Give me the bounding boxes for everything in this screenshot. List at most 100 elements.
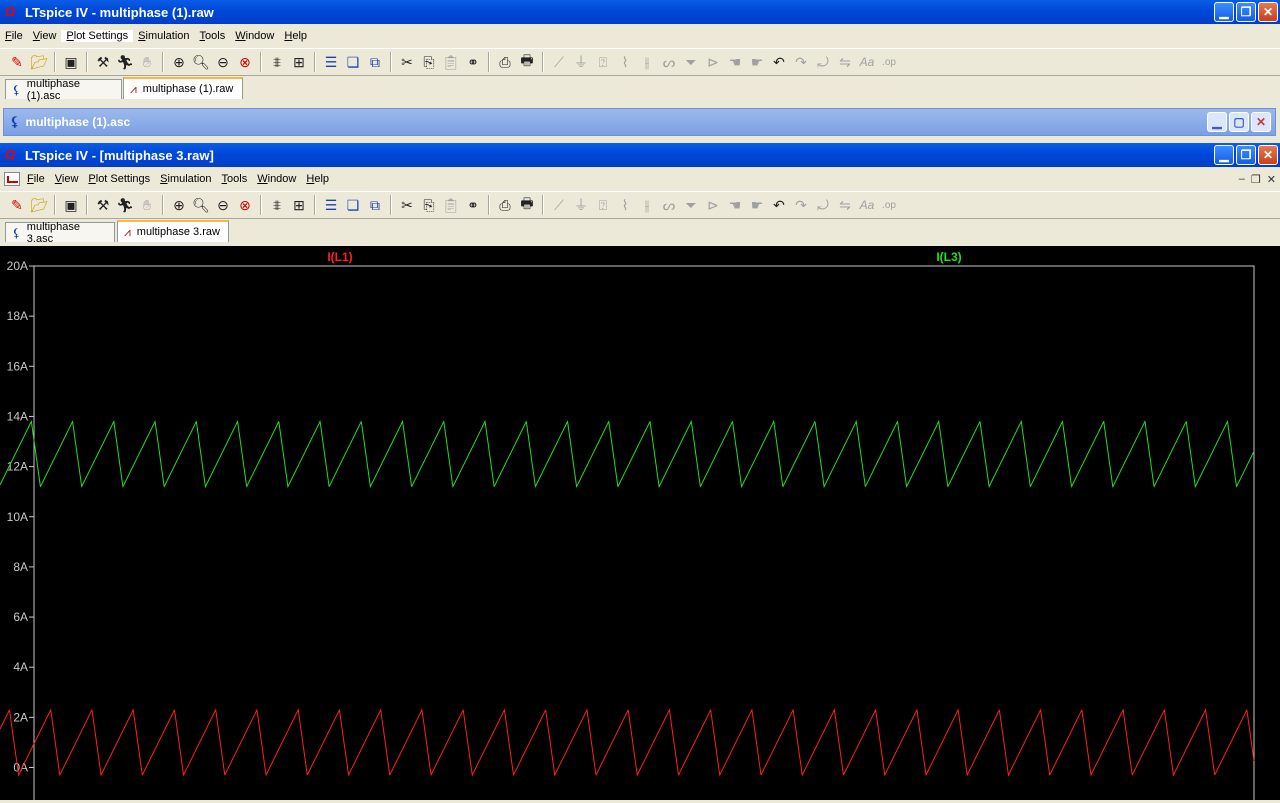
- paste-icon[interactable]: 📋︎: [440, 51, 462, 73]
- tab-main-raw[interactable]: ⩘ multiphase 3.raw: [117, 220, 229, 242]
- child-minimize-button[interactable]: ▁: [1207, 112, 1227, 132]
- zoom-cancel-icon[interactable]: ⊗: [234, 51, 256, 73]
- halt-icon[interactable]: ✋︎: [136, 194, 158, 216]
- mirror-icon[interactable]: ⇋: [834, 194, 856, 216]
- ground-icon[interactable]: ⏚: [570, 194, 592, 216]
- tile-vertical-icon[interactable]: ⧉: [364, 194, 386, 216]
- control-panel-icon[interactable]: ⚒: [92, 194, 114, 216]
- menu-help[interactable]: Help: [279, 30, 312, 42]
- child-close-button[interactable]: ✕: [1251, 112, 1271, 132]
- inductor-icon[interactable]: ᔕ: [658, 194, 680, 216]
- control-panel-icon[interactable]: ⚒: [92, 51, 114, 73]
- cascade-icon[interactable]: ❏: [342, 51, 364, 73]
- print-setup-icon[interactable]: ⎙: [494, 51, 516, 73]
- legend-label[interactable]: I(L1): [327, 250, 352, 264]
- component-icon[interactable]: ⊳: [702, 194, 724, 216]
- legend-label[interactable]: I(L3): [936, 250, 961, 264]
- tab-outer-raw[interactable]: ⩘ multiphase (1).raw: [123, 77, 243, 99]
- zoom-cancel-icon[interactable]: ⊗: [234, 194, 256, 216]
- mark-unref-icon[interactable]: ⊞: [288, 51, 310, 73]
- open-folder-icon[interactable]: 📂︎: [28, 51, 50, 73]
- text-icon[interactable]: Aa: [856, 194, 878, 216]
- tab-main-asc[interactable]: ⚸ multiphase 3.asc: [5, 221, 115, 245]
- label-icon[interactable]: ⍰: [592, 51, 614, 73]
- menu-plot-settings[interactable]: Plot Settings: [83, 173, 155, 185]
- rotate-icon[interactable]: ⤾: [812, 194, 834, 216]
- print-setup-icon[interactable]: ⎙: [494, 194, 516, 216]
- menu-simulation[interactable]: Simulation: [155, 173, 216, 185]
- open-folder-icon[interactable]: 📂︎: [28, 194, 50, 216]
- wire-icon[interactable]: ⟋: [548, 51, 570, 73]
- undo-icon[interactable]: ↶: [768, 51, 790, 73]
- trace-il3[interactable]: [0, 419, 1255, 489]
- undo-icon[interactable]: ↶: [768, 194, 790, 216]
- outer-restore-button[interactable]: ❐: [1236, 2, 1256, 22]
- main-restore-button[interactable]: ❐: [1236, 145, 1256, 165]
- cut-icon[interactable]: ✂: [396, 51, 418, 73]
- redo-icon[interactable]: ↷: [790, 51, 812, 73]
- waveform-document-icon[interactable]: [4, 172, 20, 186]
- copy-icon[interactable]: ⎘: [418, 194, 440, 216]
- resistor-icon[interactable]: ⌇: [614, 194, 636, 216]
- wire-icon[interactable]: ⟋: [548, 194, 570, 216]
- save-icon[interactable]: ▣: [60, 194, 82, 216]
- move-icon[interactable]: ☚: [724, 51, 746, 73]
- schematic-child-title-bar[interactable]: ⚸ multiphase (1).asc ▁ ▢ ✕: [3, 108, 1276, 136]
- menu-view[interactable]: View: [28, 30, 62, 42]
- trace-il1[interactable]: [0, 707, 1255, 777]
- zoom-in-icon[interactable]: ⊕: [168, 51, 190, 73]
- autorange-icon[interactable]: ⩨: [266, 194, 288, 216]
- mdi-close-icon[interactable]: ✕: [1267, 173, 1276, 186]
- menu-tools[interactable]: Tools: [217, 173, 253, 185]
- capacitor-icon[interactable]: ⫲: [636, 194, 658, 216]
- inductor-icon[interactable]: ᔕ: [658, 51, 680, 73]
- tile-vertical-icon[interactable]: ⧉: [364, 51, 386, 73]
- spice-directive-icon[interactable]: .op: [878, 51, 900, 73]
- menu-simulation[interactable]: Simulation: [133, 30, 194, 42]
- tab-outer-asc[interactable]: ⚸ multiphase (1).asc: [5, 78, 122, 102]
- tile-horizontal-icon[interactable]: ☰: [320, 51, 342, 73]
- print-icon[interactable]: 🖶︎: [516, 194, 538, 216]
- resistor-icon[interactable]: ⌇: [614, 51, 636, 73]
- zoom-out-icon[interactable]: ⊖: [212, 51, 234, 73]
- waveform-plot-pane[interactable]: 20A 18A 16A 14A 12A 10A 8A 6A 4A 2A 0A I(L1) I(L3): [0, 246, 1280, 803]
- drag-icon[interactable]: ☛: [746, 51, 768, 73]
- menu-plot-settings[interactable]: Plot Settings: [61, 30, 134, 42]
- paste-icon[interactable]: 📋︎: [440, 194, 462, 216]
- menu-window[interactable]: Window: [230, 30, 279, 42]
- mirror-icon[interactable]: ⇋: [834, 51, 856, 73]
- cut-icon[interactable]: ✂: [396, 194, 418, 216]
- mdi-minimize-icon[interactable]: –: [1239, 173, 1245, 186]
- zoom-pan-icon[interactable]: 🔍︎: [190, 51, 212, 73]
- label-icon[interactable]: ⍰: [592, 194, 614, 216]
- ground-icon[interactable]: ⏚: [570, 51, 592, 73]
- spice-directive-icon[interactable]: .op: [878, 194, 900, 216]
- outer-title-bar[interactable]: Ω LTspice IV - multiphase (1).raw ▁ ❐ ✕: [0, 0, 1280, 24]
- rotate-icon[interactable]: ⤾: [812, 51, 834, 73]
- run-icon[interactable]: 🏃︎: [114, 51, 136, 73]
- child-maximize-button[interactable]: ▢: [1229, 112, 1249, 132]
- find-icon[interactable]: ⚭: [462, 51, 484, 73]
- zoom-in-icon[interactable]: ⊕: [168, 194, 190, 216]
- main-title-bar[interactable]: Ω LTspice IV - [multiphase 3.raw] ▁ ❐ ✕: [0, 143, 1280, 167]
- new-schematic-icon[interactable]: ✎: [6, 51, 28, 73]
- autorange-icon[interactable]: ⩨: [266, 51, 288, 73]
- copy-icon[interactable]: ⎘: [418, 51, 440, 73]
- zoom-out-icon[interactable]: ⊖: [212, 194, 234, 216]
- cascade-icon[interactable]: ❏: [342, 194, 364, 216]
- menu-file[interactable]: File: [0, 30, 28, 42]
- component-icon[interactable]: ⊳: [702, 51, 724, 73]
- diode-icon[interactable]: ⏷: [680, 194, 702, 216]
- main-minimize-button[interactable]: ▁: [1214, 145, 1234, 165]
- save-icon[interactable]: ▣: [60, 51, 82, 73]
- diode-icon[interactable]: ⏷: [680, 51, 702, 73]
- menu-window[interactable]: Window: [252, 173, 301, 185]
- waveform-chart[interactable]: 20A 18A 16A 14A 12A 10A 8A 6A 4A 2A 0A I(L1) I(L3): [0, 246, 1280, 803]
- drag-icon[interactable]: ☛: [746, 194, 768, 216]
- print-icon[interactable]: 🖶︎: [516, 51, 538, 73]
- tile-horizontal-icon[interactable]: ☰: [320, 194, 342, 216]
- menu-tools[interactable]: Tools: [195, 30, 231, 42]
- text-icon[interactable]: Aa: [856, 51, 878, 73]
- mdi-restore-icon[interactable]: ❐: [1251, 173, 1261, 186]
- menu-view[interactable]: View: [50, 173, 84, 185]
